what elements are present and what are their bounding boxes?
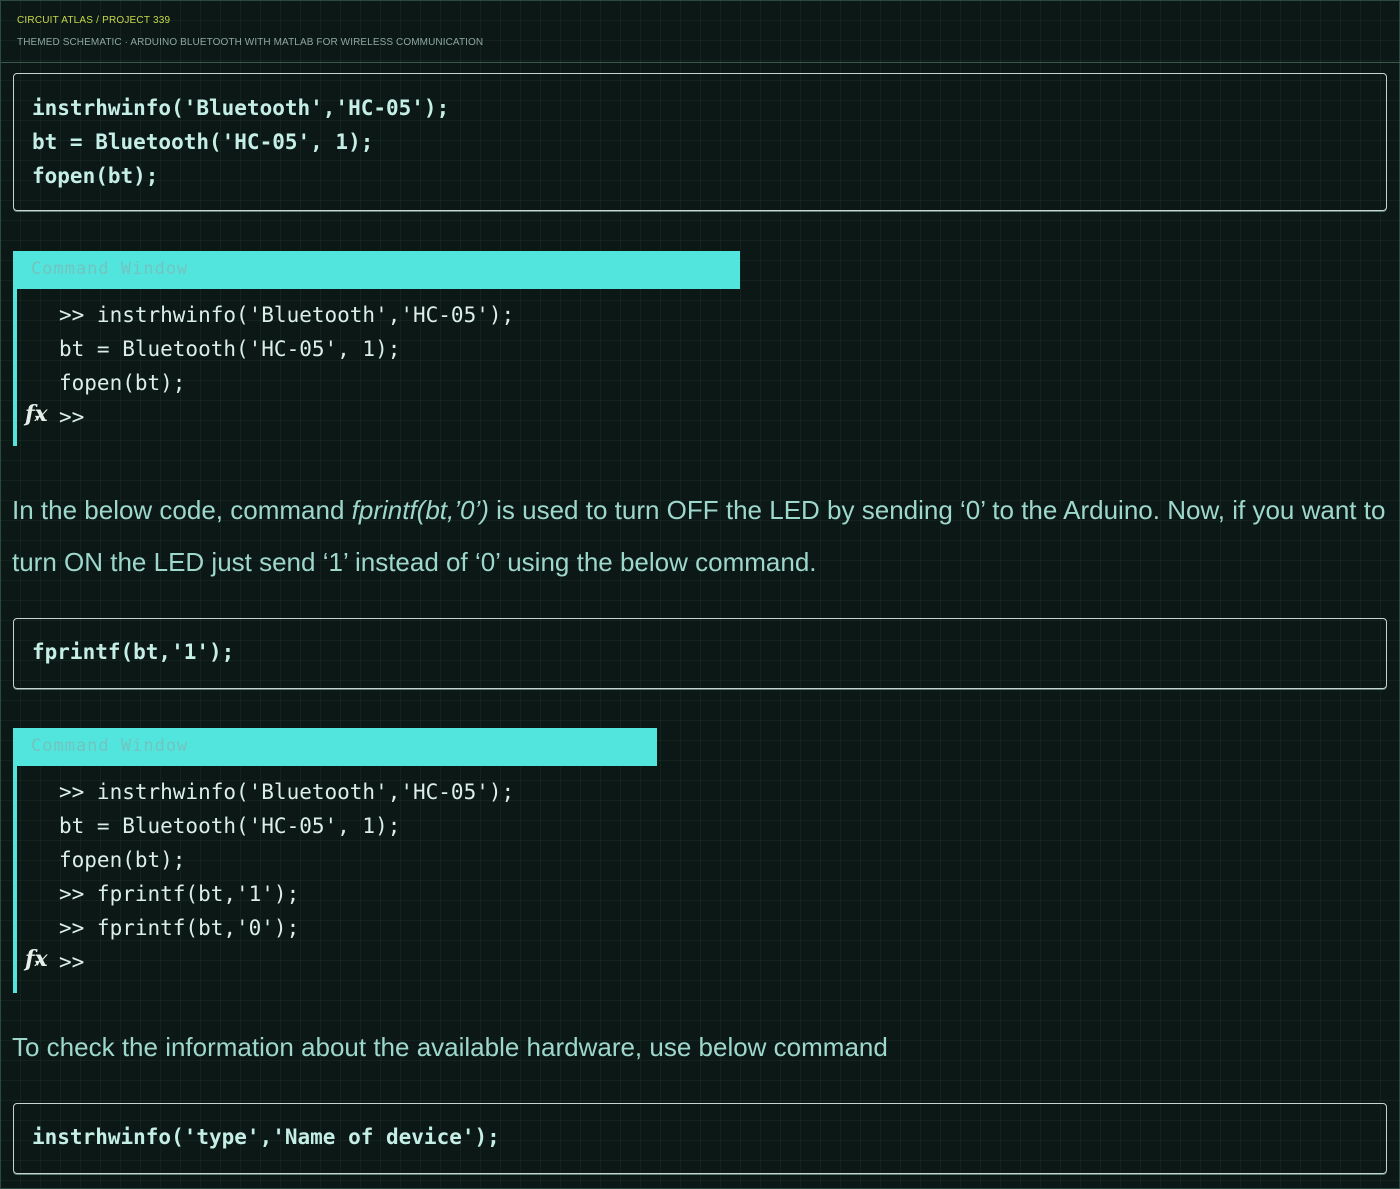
code-line: fprintf(bt,'1'); (32, 640, 235, 664)
inline-code-emphasis: fprintf(bt,’0’) (351, 495, 489, 525)
command-line: bt = Bluetooth('HC-05', 1); (59, 814, 401, 838)
command-line: fopen(bt); (59, 371, 186, 395)
command-line: bt = Bluetooth('HC-05', 1); (59, 337, 401, 361)
command-line: >> instrhwinfo('Bluetooth','HC-05'); (59, 780, 515, 804)
command-line: fopen(bt); (59, 848, 186, 872)
command-prompt: >> (59, 950, 85, 974)
fx-icon: fx (25, 946, 48, 972)
code-line: instrhwinfo('type','Name of device'); (32, 1125, 500, 1149)
paragraph-hardware-info: To check the information about the avail… (12, 1032, 888, 1062)
command-window-titlebar: Command Window (13, 251, 740, 289)
command-line: >> instrhwinfo('Bluetooth','HC-05'); (59, 303, 515, 327)
fx-icon: fx (25, 401, 48, 427)
paragraph-fprintf-explanation: In the below code, command fprintf(bt,’0… (12, 484, 1397, 588)
command-window-titlebar: Command Window (13, 728, 657, 766)
page-subtitle: THEMED SCHEMATIC · ARDUINO BLUETOOTH WIT… (17, 37, 484, 48)
paragraph-text: In the below code, command (12, 495, 352, 525)
command-window-screenshot: Command Window >> instrhwinfo('Bluetooth… (13, 251, 740, 446)
command-window-title: Command Window (31, 736, 189, 756)
command-prompt: >> (59, 405, 85, 429)
command-line: >> fprintf(bt,'1'); (59, 882, 300, 906)
code-block-led-on[interactable]: fprintf(bt,'1'); (13, 618, 1387, 689)
brand-breadcrumb[interactable]: CIRCUIT ATLAS / PROJECT 339 (17, 15, 170, 26)
code-block-connect[interactable]: instrhwinfo('Bluetooth','HC-05'); bt = B… (13, 73, 1387, 211)
code-line: fopen(bt); (32, 164, 159, 188)
command-window-title: Command Window (31, 259, 189, 279)
code-block-hardware-info[interactable]: instrhwinfo('type','Name of device'); (13, 1103, 1387, 1174)
page-header: CIRCUIT ATLAS / PROJECT 339 THEMED SCHEM… (1, 1, 1400, 63)
command-window-screenshot: Command Window >> instrhwinfo('Bluetooth… (13, 728, 657, 993)
command-line: >> fprintf(bt,'0'); (59, 916, 300, 940)
code-line: instrhwinfo('Bluetooth','HC-05'); (32, 96, 450, 120)
code-line: bt = Bluetooth('HC-05', 1); (32, 130, 374, 154)
